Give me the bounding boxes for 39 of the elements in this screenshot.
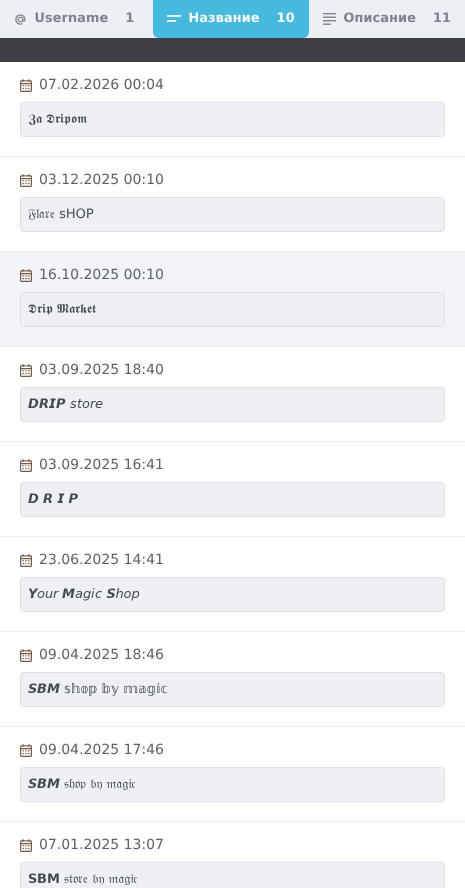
date-text: 09.04.2025 17:46 [39,741,164,759]
list-row[interactable]: 03.09.2025 16:41 𝘿 𝙍 𝙄 𝙋 [0,442,465,537]
channel-name: 𝖅𝖆 𝕯𝖗𝖎𝖕𝖔𝖒 [20,102,445,137]
calendar-icon [20,174,32,186]
channel-name: 𝙔𝘰𝘶𝘳 𝙈𝘢𝘨𝘪𝘤 𝙎𝘩𝘰𝘱 [20,577,445,612]
channel-name: 𝙎𝘽𝙈 𝕤𝕙𝕠𝕡 𝕓𝕪 𝕞𝕒𝕘𝕚𝕔 [20,672,445,707]
calendar-icon [20,648,32,662]
date-text: 07.02.2026 00:04 [39,76,164,94]
text-lines-icon [323,13,336,25]
date-text: 09.04.2025 18:46 [39,646,164,664]
short-text-icon [167,15,182,23]
channel-name: 𝔉𝔩𝔞𝔯𝔢 sHOP [20,197,445,232]
calendar-icon [20,458,32,472]
list-row[interactable]: 16.10.2025 00:10 𝕯𝖗𝖎𝖕 𝕸𝖆𝖗𝖐𝖊𝖙 [0,252,465,347]
list-row[interactable]: 03.09.2025 18:40 𝘿𝙍𝙄𝙋 𝘴𝘵𝘰𝘳𝘦 [0,347,465,442]
channel-name: 𝙎𝘽𝙈 𝔰𝔥𝔬𝔭 𝔟𝔶 𝔪𝔞𝔤𝔦𝔠 [20,767,445,802]
channel-name: 𝘿 𝙍 𝙄 𝙋 [20,482,445,517]
date-text: 07.01.2025 13:07 [39,836,164,854]
date-text: 03.12.2025 00:10 [39,171,164,189]
list-row[interactable]: 07.01.2025 13:07 𝗦𝗕𝗠 𝔰𝔱𝔬𝔯𝔢 𝔟𝔶 𝔪𝔞𝔤𝔦𝔠 [0,822,465,888]
date-text: 03.09.2025 16:41 [39,456,164,474]
calendar-icon [20,744,32,756]
channel-name: 𝗦𝗕𝗠 𝔰𝔱𝔬𝔯𝔢 𝔟𝔶 𝔪𝔞𝔤𝔦𝔠 [20,862,445,888]
calendar-icon [20,838,32,852]
list-row[interactable]: 23.06.2025 14:41 𝙔𝘰𝘶𝘳 𝙈𝘢𝘨𝘪𝘤 𝙎𝘩𝘰𝘱 [0,537,465,632]
calendar-icon [20,364,32,376]
channel-name: 𝘿𝙍𝙄𝙋 𝘴𝘵𝘰𝘳𝘦 [20,387,445,422]
channel-name: 𝕯𝖗𝖎𝖕 𝕸𝖆𝖗𝖐𝖊𝖙 [20,292,445,327]
date-text: 23.06.2025 14:41 [39,551,164,569]
date-text: 16.10.2025 00:10 [39,266,164,284]
calendar-icon [20,268,32,282]
at-icon [14,12,28,26]
calendar-icon [20,78,32,92]
list-row[interactable]: 09.04.2025 17:46 𝙎𝘽𝙈 𝔰𝔥𝔬𝔭 𝔟𝔶 𝔪𝔞𝔤𝔦𝔠 [0,727,465,822]
list-row[interactable]: 03.12.2025 00:10 𝔉𝔩𝔞𝔯𝔢 sHOP [0,157,465,252]
list-row[interactable]: 09.04.2025 18:46 𝙎𝘽𝙈 𝕤𝕙𝕠𝕡 𝕓𝕪 𝕞𝕒𝕘𝕚𝕔 [0,632,465,727]
date-text: 03.09.2025 18:40 [39,361,164,379]
calendar-icon [20,554,32,566]
list-row[interactable]: 07.02.2026 00:04 𝖅𝖆 𝕯𝖗𝖎𝖕𝖔𝖒 [0,62,465,157]
